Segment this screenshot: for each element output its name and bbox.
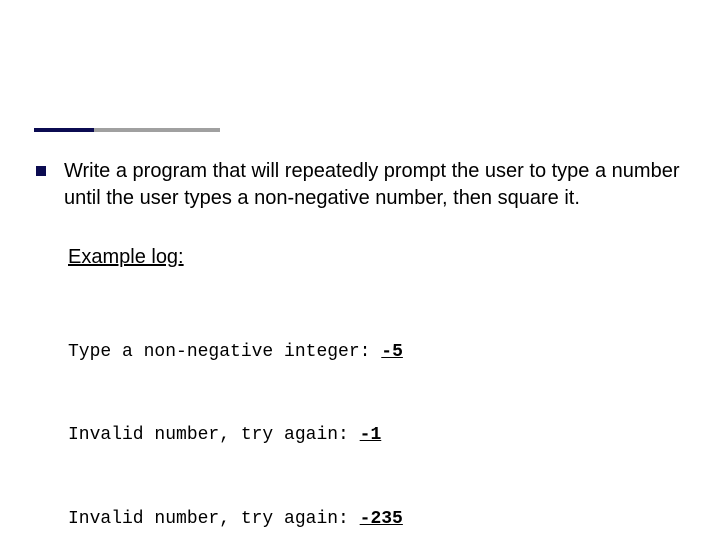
log-input: -235 — [360, 509, 403, 529]
accent-bar-navy — [34, 128, 94, 132]
content: Write a program that will repeatedly pro… — [36, 158, 684, 540]
log-input: -5 — [381, 342, 403, 362]
accent-bar-gray — [94, 128, 220, 132]
bullet-text: Write a program that will repeatedly pro… — [64, 158, 684, 212]
log-line-prompt: Type a non-negative integer: -5 — [68, 339, 684, 367]
accent-bar — [34, 128, 220, 132]
example-log-label: Example log: — [68, 246, 684, 269]
log-line-retry: Invalid number, try again: -1 — [68, 422, 684, 450]
log-input: -1 — [360, 425, 382, 445]
log-retry-text: Invalid number, try again: — [68, 425, 360, 445]
example-log: Type a non-negative integer: -5 Invalid … — [68, 283, 684, 540]
square-bullet-icon — [36, 166, 46, 176]
log-prompt-text: Type a non-negative integer: — [68, 342, 381, 362]
log-retry-text: Invalid number, try again: — [68, 509, 360, 529]
bullet-item: Write a program that will repeatedly pro… — [36, 158, 684, 212]
log-line-retry: Invalid number, try again: -235 — [68, 506, 684, 534]
slide: Write a program that will repeatedly pro… — [0, 0, 720, 540]
